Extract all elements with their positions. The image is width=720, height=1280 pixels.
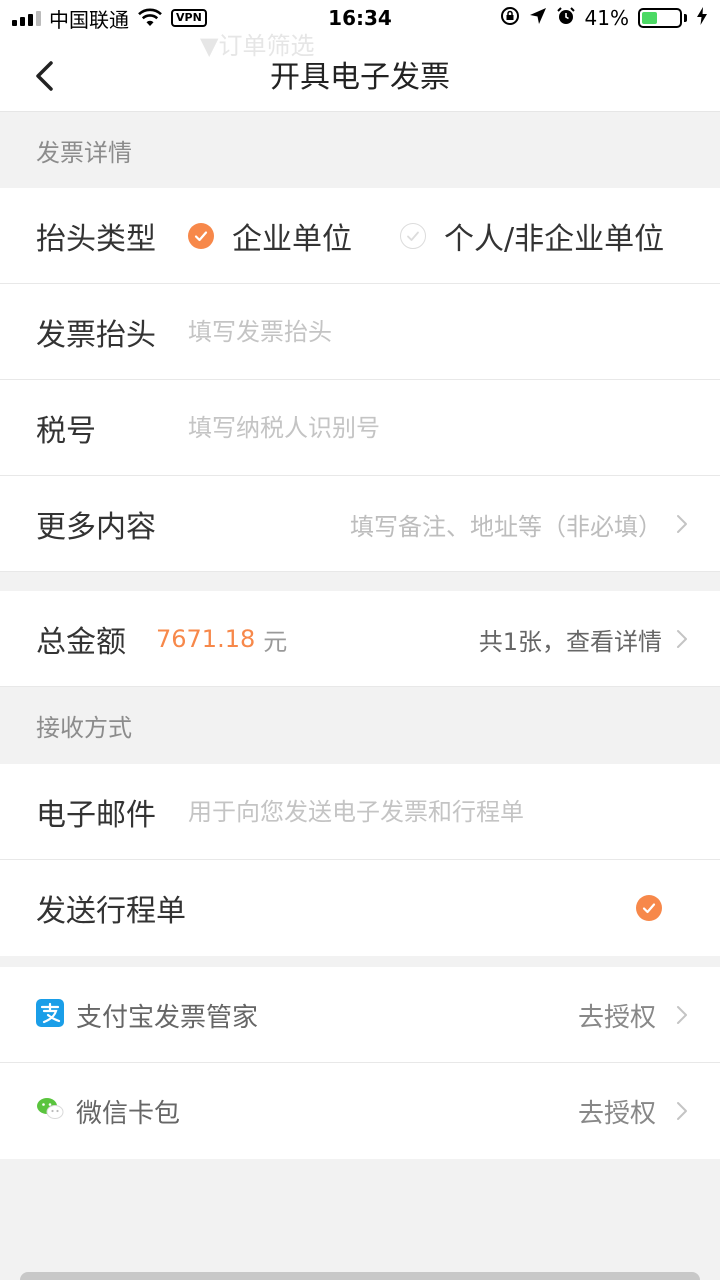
wechat-label: 微信卡包 <box>76 1098 181 1129</box>
more-content-row[interactable]: 更多内容 填写备注、地址等（非必填） <box>0 476 720 572</box>
bottom-action-bar <box>20 1272 700 1280</box>
carrier-name: 中国联通 <box>49 7 129 32</box>
chevron-left-icon <box>36 61 53 91</box>
chevron-right-icon <box>676 629 688 649</box>
email-row: 电子邮件 <box>0 764 720 860</box>
invoice-title-row: 发票抬头 <box>0 284 720 380</box>
radio-option-label: 个人/非企业单位 <box>444 222 665 257</box>
checkmark-icon <box>642 903 656 914</box>
charging-icon <box>696 6 708 31</box>
authorize-action: 去授权 <box>577 1098 656 1129</box>
tax-number-row: 税号 <box>0 380 720 476</box>
total-amount-row[interactable]: 总金额 7671.18 元 共1张，查看详情 <box>0 591 720 687</box>
section-header-receive-method: 接收方式 <box>0 687 720 764</box>
radio-option-personal[interactable]: 个人/非企业单位 <box>400 214 664 258</box>
radio-option-label: 企业单位 <box>232 222 352 257</box>
alipay-authorize-row[interactable]: 支付宝发票管家 去授权 <box>0 967 720 1063</box>
radio-checked-icon <box>188 223 214 249</box>
total-amount-value: 7671.18 <box>156 625 256 653</box>
alarm-icon <box>556 6 576 31</box>
back-button[interactable] <box>24 56 64 96</box>
more-content-label: 更多内容 <box>36 510 156 545</box>
chevron-right-icon <box>676 1005 688 1025</box>
total-amount-label: 总金额 <box>36 625 126 660</box>
wifi-icon <box>137 8 163 28</box>
email-label: 电子邮件 <box>36 798 156 833</box>
status-bar: 中国联通 VPN 16:34 41% <box>0 0 720 36</box>
currency-unit: 元 <box>263 627 288 656</box>
invoice-title-input[interactable] <box>188 318 658 346</box>
radio-unchecked-icon <box>400 223 426 249</box>
radio-option-enterprise[interactable]: 企业单位 <box>188 214 352 258</box>
title-type-label: 抬头类型 <box>36 222 156 257</box>
alipay-label: 支付宝发票管家 <box>76 1002 259 1033</box>
battery-percent: 41% <box>584 6 629 30</box>
view-details-link: 共1张，查看详情 <box>478 627 662 656</box>
section-header-invoice-details: 发票详情 <box>0 112 720 188</box>
invoice-title-label: 发票抬头 <box>36 318 156 353</box>
chevron-right-icon <box>676 1101 688 1121</box>
authorize-action: 去授权 <box>577 1002 656 1033</box>
send-itinerary-row: 发送行程单 <box>0 860 720 956</box>
send-itinerary-label: 发送行程单 <box>36 894 186 929</box>
title-type-row: 抬头类型 企业单位 个人/非企业单位 <box>0 188 720 284</box>
status-right: 41% <box>500 0 708 36</box>
tax-number-input[interactable] <box>188 414 658 442</box>
wechat-authorize-row[interactable]: 微信卡包 去授权 <box>0 1063 720 1159</box>
wechat-icon <box>36 1095 64 1127</box>
battery-icon <box>638 8 687 28</box>
vpn-badge: VPN <box>171 9 207 27</box>
navigation-bar: ▼订单筛选 开具电子发票 <box>0 32 720 112</box>
more-content-placeholder: 填写备注、地址等（非必填） <box>350 512 662 541</box>
location-arrow-icon <box>529 6 547 30</box>
chevron-right-icon <box>676 514 688 534</box>
background-filter-text: ▼订单筛选 <box>200 32 315 60</box>
status-left: 中国联通 VPN <box>12 0 207 36</box>
alipay-icon <box>36 999 64 1031</box>
tax-number-label: 税号 <box>36 414 96 449</box>
orientation-lock-icon <box>500 6 520 31</box>
signal-strength-icon <box>12 10 41 26</box>
email-input[interactable] <box>188 798 658 826</box>
send-itinerary-checkbox[interactable] <box>636 895 662 921</box>
